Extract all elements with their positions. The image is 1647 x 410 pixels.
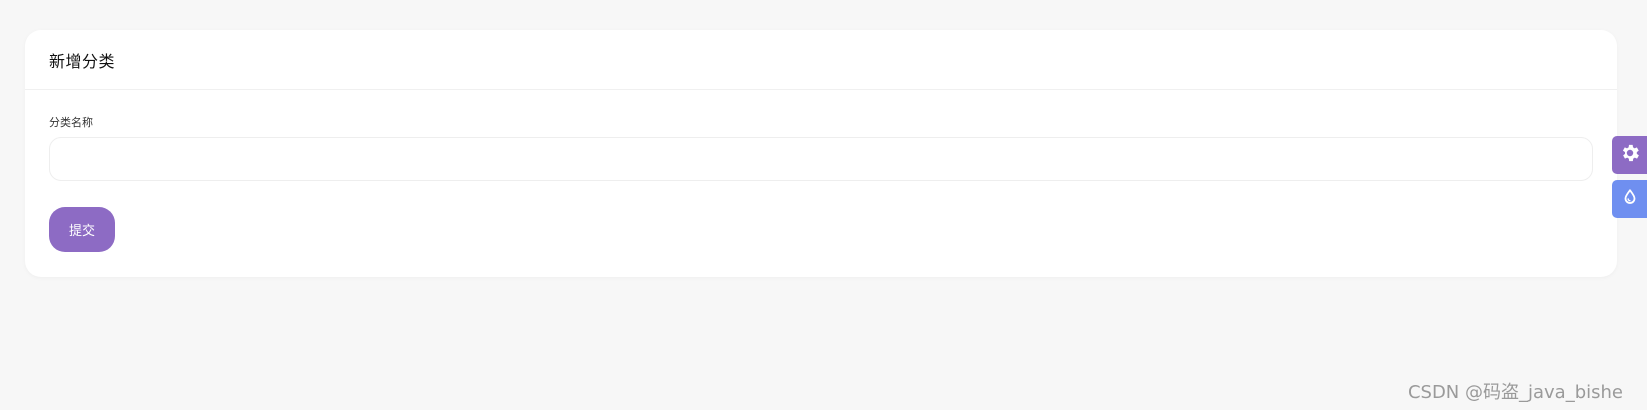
category-name-input[interactable]	[49, 137, 1593, 181]
settings-button[interactable]	[1612, 136, 1647, 174]
card-header: 新增分类	[25, 30, 1617, 90]
submit-button[interactable]: 提交	[49, 207, 115, 252]
form-body: 分类名称 提交	[25, 114, 1617, 252]
theme-button[interactable]	[1612, 180, 1647, 218]
form-card: 新增分类 分类名称 提交	[25, 30, 1617, 277]
watermark: CSDN @码盗_java_bishe	[1407, 382, 1623, 403]
side-toolbar	[1612, 136, 1647, 224]
category-name-label: 分类名称	[49, 116, 93, 129]
gear-icon	[1619, 142, 1641, 168]
droplet-icon	[1621, 188, 1639, 210]
page-title: 新增分类	[49, 51, 116, 71]
